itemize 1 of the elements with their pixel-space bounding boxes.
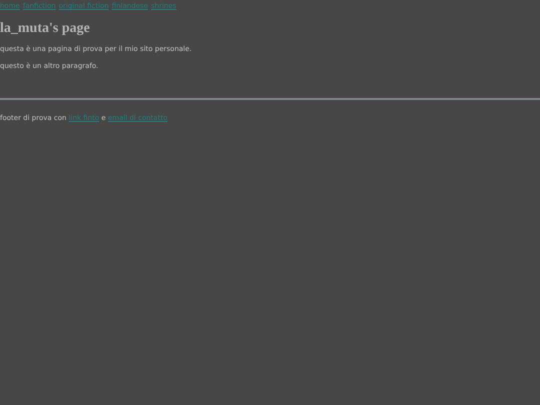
page-title: la_muta's page: [0, 21, 91, 37]
